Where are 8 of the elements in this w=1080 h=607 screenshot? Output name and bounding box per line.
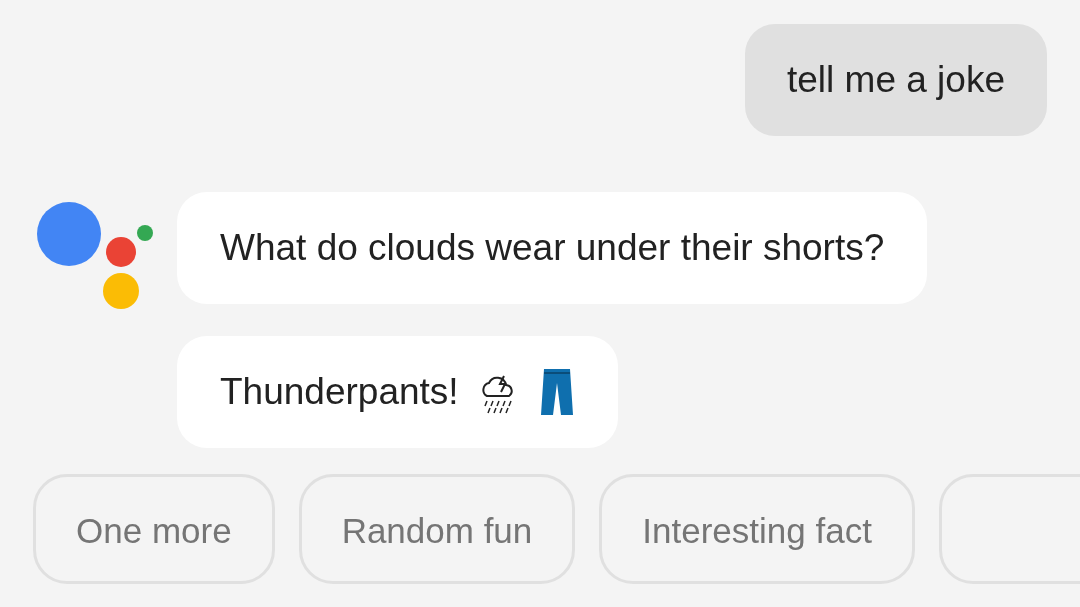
message-text: What do clouds wear under their shorts? [220,226,885,271]
suggestion-chip[interactable]: One more [33,474,275,584]
jeans-icon [538,367,575,417]
user-message-bubble: tell me a joke [745,24,1047,136]
message-text: Thunderpants! [220,370,459,415]
suggestion-chip[interactable]: Random fun [298,474,576,584]
assistant-logo-icon [37,202,155,310]
suggestion-chip[interactable]: Interesting fact [599,474,915,584]
